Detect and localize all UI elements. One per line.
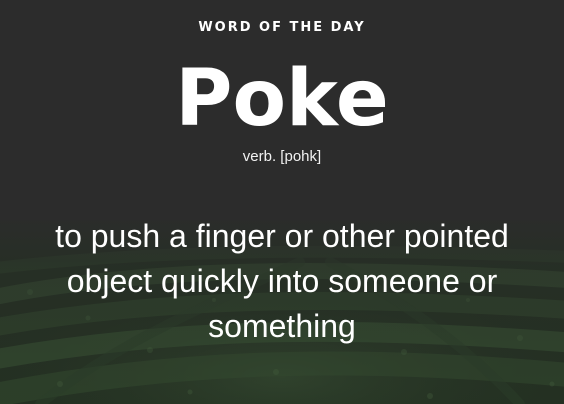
word-of-the-day-card: WORD OF THE DAY Poke verb. [pohk] to pus… (0, 0, 564, 404)
featured-word: Poke (175, 54, 389, 144)
pronunciation: verb. [pohk] (242, 148, 322, 165)
definition-text: to push a finger or other pointed object… (55, 218, 509, 344)
card-content: WORD OF THE DAY Poke verb. [pohk] to pus… (0, 0, 564, 404)
eyebrow-heading: WORD OF THE DAY (198, 20, 366, 35)
